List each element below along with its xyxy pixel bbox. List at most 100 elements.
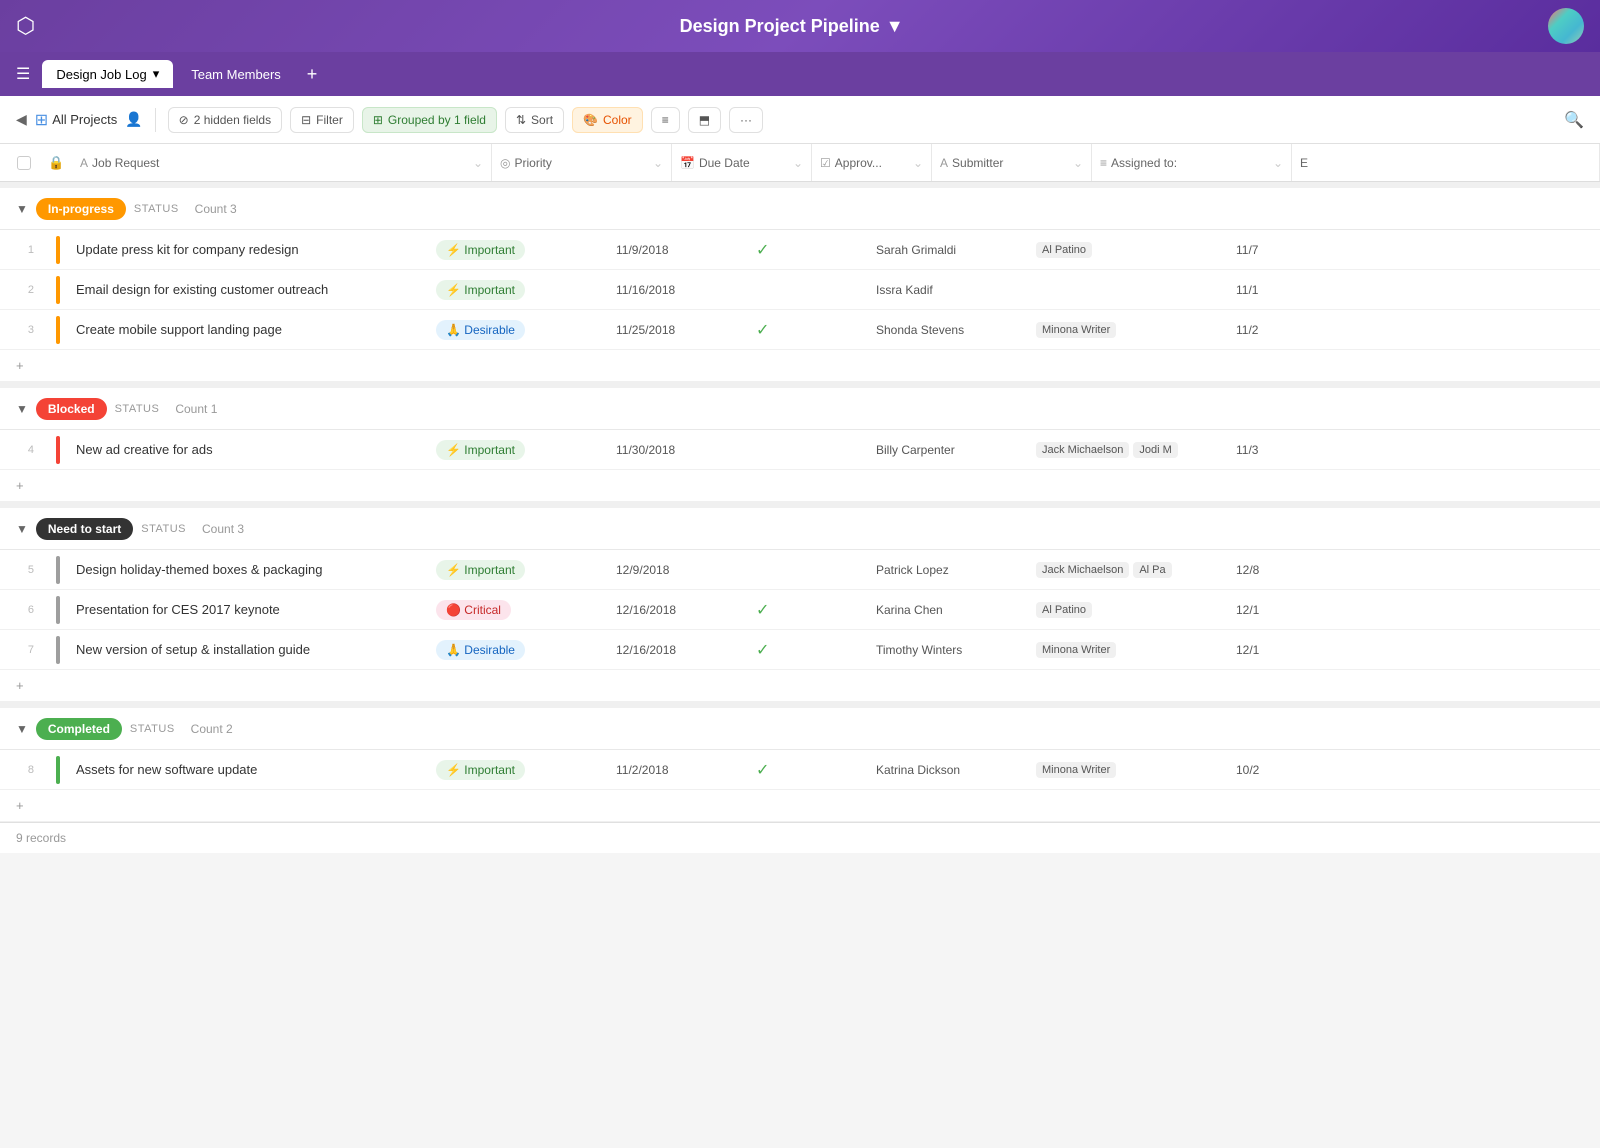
row-submitter-cell[interactable]: Issra Kadif [868,283,1028,297]
density-button[interactable]: ≡ [651,107,680,133]
row-duedate-cell[interactable]: 12/16/2018 [608,643,748,657]
row-submitter-cell[interactable]: Karina Chen [868,603,1028,617]
table-row[interactable]: 2 Email design for existing customer out… [0,270,1600,310]
tab-team-members[interactable]: Team Members [177,61,295,88]
row-job-name[interactable]: New version of setup & installation guid… [68,642,428,657]
row-assigned-cell[interactable]: Minona Writer [1028,762,1228,778]
menu-icon[interactable]: ☰ [16,64,30,84]
grouped-button[interactable]: ⊞ Grouped by 1 field [362,107,497,133]
row-assigned-cell[interactable]: Minona Writer [1028,642,1228,658]
row-job-name[interactable]: Create mobile support landing page [68,322,428,337]
row-duedate-cell[interactable]: 11/9/2018 [608,243,748,257]
row-priority-cell[interactable]: 🙏 Desirable [428,320,608,340]
row-approval-cell[interactable]: ✓ [748,240,868,260]
row-duedate-cell[interactable]: 11/25/2018 [608,323,748,337]
row-assigned-cell[interactable]: Jack MichaelsonAl Pa [1028,562,1228,578]
row-job-name[interactable]: Assets for new software update [68,762,428,777]
tab-caret-icon[interactable]: ▾ [153,66,160,82]
col-approval-label: Approv... [835,156,882,170]
row-priority-cell[interactable]: ⚡ Important [428,760,608,780]
table-row[interactable]: 3 Create mobile support landing page 🙏 D… [0,310,1600,350]
row-duedate-cell[interactable]: 11/30/2018 [608,443,748,457]
select-all-checkbox[interactable] [17,156,31,170]
col-assigned-header[interactable]: ≡ Assigned to: ⌄ [1092,144,1292,181]
row-approval-cell[interactable]: ✓ [748,600,868,620]
assigned-tag: Jack Michaelson [1036,442,1129,458]
row-submitter-cell[interactable]: Sarah Grimaldi [868,243,1028,257]
row-approval-cell[interactable]: ✓ [748,640,868,660]
assigned-tag: Minona Writer [1036,322,1116,338]
add-row-need-to-start[interactable]: + [0,670,1600,702]
app-logo[interactable]: ⬡ [16,13,35,39]
col-extra-label: E [1300,156,1308,170]
col-approval-header[interactable]: ☑ Approv... ⌄ [812,144,932,181]
tab-design-job-log[interactable]: Design Job Log ▾ [42,60,173,88]
col-assigned-sort-icon: ⌄ [1273,156,1283,170]
table-row[interactable]: 7 New version of setup & installation gu… [0,630,1600,670]
add-row-completed[interactable]: + [0,790,1600,822]
add-tab-button[interactable]: + [299,60,326,89]
share-button[interactable]: ⬒ [688,107,721,133]
row-color-bar [56,316,60,344]
color-button[interactable]: 🎨 Color [572,107,643,133]
table-row[interactable]: 5 Design holiday-themed boxes & packagin… [0,550,1600,590]
row-checkbox-cell: 3 [0,324,48,336]
col-check-header[interactable] [0,156,48,170]
sort-button[interactable]: ⇅ Sort [505,107,564,133]
table-row[interactable]: 8 Assets for new software update ⚡ Impor… [0,750,1600,790]
row-duedate-cell[interactable]: 11/2/2018 [608,763,748,777]
group-status-blocked: STATUS [115,403,160,415]
priority-badge: ⚡ Important [436,560,525,580]
group-toggle-blocked[interactable]: ▼ [16,402,28,416]
row-assigned-cell[interactable]: Al Patino [1028,602,1228,618]
more-button[interactable]: ··· [729,107,763,133]
row-duedate-cell[interactable]: 11/16/2018 [608,283,748,297]
row-submitter-cell[interactable]: Timothy Winters [868,643,1028,657]
row-job-name[interactable]: Email design for existing customer outre… [68,282,428,297]
search-icon[interactable]: 🔍 [1564,112,1584,129]
col-duedate-header[interactable]: 📅 Due Date ⌄ [672,144,812,181]
col-job-request-header[interactable]: A Job Request ⌄ [72,144,492,181]
row-assigned-cell[interactable]: Minona Writer [1028,322,1228,338]
row-priority-cell[interactable]: 🔴 Critical [428,600,608,620]
add-row-in-progress[interactable]: + [0,350,1600,382]
row-priority-cell[interactable]: ⚡ Important [428,240,608,260]
row-priority-cell[interactable]: ⚡ Important [428,440,608,460]
filter-button[interactable]: ⊟ Filter [290,107,354,133]
row-approval-cell[interactable]: ✓ [748,760,868,780]
title-caret-icon[interactable]: ▼ [886,16,904,37]
row-submitter-cell[interactable]: Katrina Dickson [868,763,1028,777]
row-approval-cell[interactable]: ✓ [748,320,868,340]
row-job-name[interactable]: New ad creative for ads [68,442,428,457]
user-avatar[interactable] [1548,8,1584,44]
table-row[interactable]: 4 New ad creative for ads ⚡ Important 11… [0,430,1600,470]
row-assigned-cell[interactable]: Jack MichaelsonJodi M [1028,442,1228,458]
row-duedate-cell[interactable]: 12/9/2018 [608,563,748,577]
row-duedate-cell[interactable]: 12/16/2018 [608,603,748,617]
hidden-fields-button[interactable]: ⊘ 2 hidden fields [168,107,282,133]
table-row[interactable]: 6 Presentation for CES 2017 keynote 🔴 Cr… [0,590,1600,630]
row-assigned-cell[interactable]: Al Patino [1028,242,1228,258]
row-priority-cell[interactable]: ⚡ Important [428,280,608,300]
group-toggle-need-to-start[interactable]: ▼ [16,522,28,536]
approval-icon: ☑ [820,156,831,170]
table-row[interactable]: 1 Update press kit for company redesign … [0,230,1600,270]
row-submitter-cell[interactable]: Patrick Lopez [868,563,1028,577]
row-checkbox-cell: 7 [0,644,48,656]
group-toggle-in-progress[interactable]: ▼ [16,202,28,216]
row-job-name[interactable]: Design holiday-themed boxes & packaging [68,562,428,577]
group-toggle-completed[interactable]: ▼ [16,722,28,736]
row-priority-cell[interactable]: ⚡ Important [428,560,608,580]
col-priority-header[interactable]: ◎ Priority ⌄ [492,144,672,181]
members-icon[interactable]: 👤 [125,111,142,128]
col-submitter-header[interactable]: A Submitter ⌄ [932,144,1092,181]
row-submitter-cell[interactable]: Billy Carpenter [868,443,1028,457]
group-header-need-to-start: ▼ Need to start STATUS Count 3 [0,502,1600,550]
row-priority-cell[interactable]: 🙏 Desirable [428,640,608,660]
collapse-icon[interactable]: ◀ [16,111,27,128]
row-submitter-cell[interactable]: Shonda Stevens [868,323,1028,337]
row-job-name[interactable]: Presentation for CES 2017 keynote [68,602,428,617]
row-job-name[interactable]: Update press kit for company redesign [68,242,428,257]
add-row-blocked[interactable]: + [0,470,1600,502]
col-extra-header[interactable]: E [1292,144,1600,181]
